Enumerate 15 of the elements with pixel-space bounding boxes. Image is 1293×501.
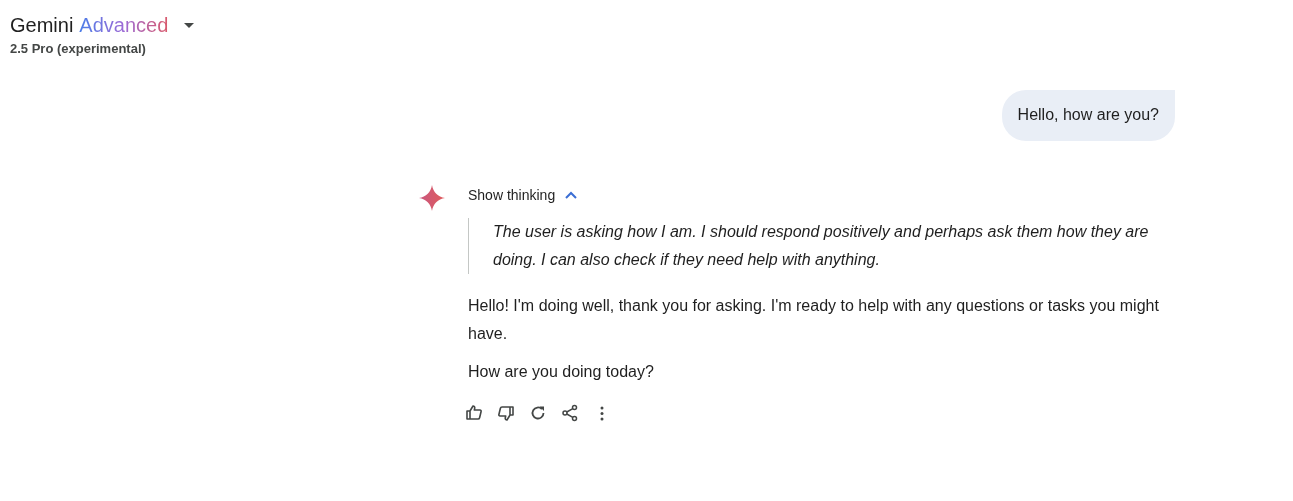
share-icon	[561, 404, 579, 422]
response-paragraph: How are you doing today?	[468, 362, 655, 382]
more-options-icon	[600, 405, 604, 421]
show-thinking-toggle[interactable]: Show thinking	[468, 181, 578, 209]
thumbs-down-icon	[497, 404, 515, 422]
model-name: 2.5 Pro (experimental)	[10, 41, 147, 56]
thinking-text: The user is asking how I am. I should respond positively and perhaps ask them how they are doing. I can also check if they need help with anything.	[468, 218, 1175, 274]
refresh-icon	[529, 404, 547, 422]
caret-icon	[184, 23, 195, 28]
thumbs-up-icon	[465, 404, 483, 422]
user-message: Hello, how are you?	[1001, 90, 1175, 141]
sparkle-icon	[418, 184, 446, 212]
brand-name: Gemini	[10, 14, 74, 37]
response-paragraph: Hello! I'm doing well, thank you for asking. I'm ready to help with any questions or tasks you might have.	[468, 296, 1160, 344]
chevron-icon	[565, 190, 578, 200]
